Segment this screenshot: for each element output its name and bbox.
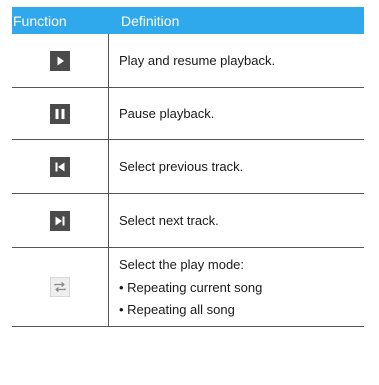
function-cell: [12, 248, 109, 326]
function-cell: [12, 88, 109, 139]
bullet-repeat-current: • Repeating current song: [119, 279, 263, 295]
definition-cell: Play and resume playback.: [119, 53, 276, 68]
function-table: Function Definition Play and resume play…: [12, 7, 364, 327]
play-mode-title: Select the play mode:: [119, 256, 245, 272]
table-row: Select previous track.: [12, 140, 364, 194]
table-header: Function Definition: [12, 7, 364, 34]
table-row: Select the play mode: • Repeating curren…: [12, 248, 364, 327]
definition-cell: Select previous track.: [119, 159, 244, 174]
next-track-icon: [50, 210, 70, 231]
play-icon: [50, 50, 70, 71]
previous-track-icon: [50, 156, 70, 177]
table-row: Play and resume playback.: [12, 34, 364, 88]
function-column-header: Function: [13, 12, 67, 29]
function-cell: [12, 194, 109, 247]
definition-cell: Select the play mode: • Repeating curren…: [109, 248, 364, 326]
table-row: Pause playback.: [12, 88, 364, 140]
definition-cell: Pause playback.: [119, 106, 215, 121]
table-row: Select next track.: [12, 194, 364, 248]
bullet-repeat-all: • Repeating all song: [119, 301, 235, 317]
repeat-icon: [50, 277, 70, 297]
definition-cell: Select next track.: [119, 213, 219, 228]
definition-column-header: Definition: [121, 12, 180, 29]
pause-icon: [50, 103, 70, 124]
function-cell: [12, 140, 109, 193]
function-cell: [12, 34, 109, 87]
